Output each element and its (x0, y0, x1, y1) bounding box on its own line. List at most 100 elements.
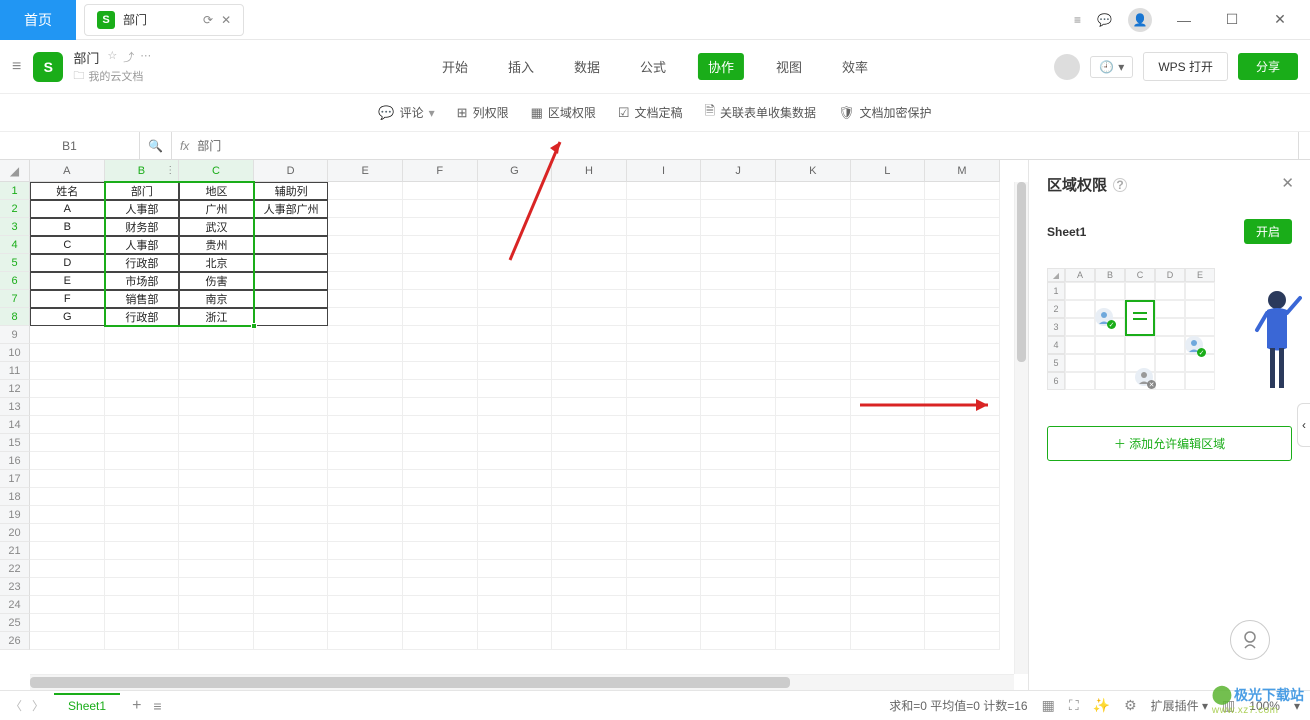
star-icon[interactable]: ☆ (107, 49, 117, 65)
cell-E24[interactable] (328, 596, 403, 614)
cell-C25[interactable] (179, 614, 254, 632)
cell-B19[interactable] (105, 506, 180, 524)
row-header-24[interactable]: 24 (0, 596, 30, 614)
cell-K12[interactable] (776, 380, 851, 398)
cell-K15[interactable] (776, 434, 851, 452)
col-header-B[interactable]: B⋮ (105, 160, 180, 182)
enable-button[interactable]: 开启 (1244, 219, 1292, 244)
menu-tab-视图[interactable]: 视图 (768, 53, 810, 80)
cell-D3[interactable] (254, 218, 329, 236)
row-header-15[interactable]: 15 (0, 434, 30, 452)
cell-D17[interactable] (254, 470, 329, 488)
cell-M22[interactable] (925, 560, 1000, 578)
cell-E5[interactable] (328, 254, 403, 272)
cell-B10[interactable] (105, 344, 180, 362)
open-button[interactable]: WPS 打开 (1143, 52, 1228, 81)
cell-L25[interactable] (851, 614, 926, 632)
select-all-corner[interactable]: ◢ (0, 160, 30, 182)
cell-C21[interactable] (179, 542, 254, 560)
cell-I10[interactable] (627, 344, 702, 362)
cell-A20[interactable] (30, 524, 105, 542)
cell-A16[interactable] (30, 452, 105, 470)
cell-C11[interactable] (179, 362, 254, 380)
grid-icon[interactable]: ▦ (1042, 697, 1055, 714)
cell-C24[interactable] (179, 596, 254, 614)
menu-tab-开始[interactable]: 开始 (434, 53, 476, 80)
cell-I6[interactable] (627, 272, 702, 290)
panel-collapse-handle[interactable]: ‹ (1297, 403, 1310, 447)
row-header-21[interactable]: 21 (0, 542, 30, 560)
cell-F6[interactable] (403, 272, 478, 290)
col-header-G[interactable]: G (478, 160, 553, 182)
cell-A26[interactable] (30, 632, 105, 650)
collab-avatar[interactable] (1054, 54, 1080, 80)
cell-B11[interactable] (105, 362, 180, 380)
cell-E10[interactable] (328, 344, 403, 362)
cell-C14[interactable] (179, 416, 254, 434)
cell-M15[interactable] (925, 434, 1000, 452)
user-avatar[interactable]: 👤 (1128, 8, 1152, 32)
cell-B2[interactable]: 人事部 (105, 200, 180, 218)
cell-L21[interactable] (851, 542, 926, 560)
cell-G15[interactable] (478, 434, 553, 452)
cell-L1[interactable] (851, 182, 926, 200)
cell-M11[interactable] (925, 362, 1000, 380)
cell-C23[interactable] (179, 578, 254, 596)
cell-G7[interactable] (478, 290, 553, 308)
cell-K5[interactable] (776, 254, 851, 272)
cell-C7[interactable]: 南京 (179, 290, 254, 308)
ai-icon[interactable]: ✨ (1093, 697, 1110, 714)
cell-E26[interactable] (328, 632, 403, 650)
cell-B5[interactable]: 行政部 (105, 254, 180, 272)
cell-B26[interactable] (105, 632, 180, 650)
cell-F24[interactable] (403, 596, 478, 614)
cell-D9[interactable] (254, 326, 329, 344)
cell-F20[interactable] (403, 524, 478, 542)
cell-D7[interactable] (254, 290, 329, 308)
cell-D26[interactable] (254, 632, 329, 650)
cell-H19[interactable] (552, 506, 627, 524)
cell-J10[interactable] (701, 344, 776, 362)
row-header-9[interactable]: 9 (0, 326, 30, 344)
cell-E19[interactable] (328, 506, 403, 524)
document-tab[interactable]: S 部门 ⟳ ✕ (84, 4, 244, 36)
cell-H21[interactable] (552, 542, 627, 560)
cell-I5[interactable] (627, 254, 702, 272)
cell-H24[interactable] (552, 596, 627, 614)
share-button[interactable]: 分享 (1238, 53, 1298, 80)
cell-L26[interactable] (851, 632, 926, 650)
cell-F16[interactable] (403, 452, 478, 470)
cell-L22[interactable] (851, 560, 926, 578)
cell-F18[interactable] (403, 488, 478, 506)
sheet-menu-button[interactable]: ≡ (153, 698, 161, 714)
col-perm-button[interactable]: ⊞列权限 (457, 104, 509, 121)
cell-I3[interactable] (627, 218, 702, 236)
cell-M21[interactable] (925, 542, 1000, 560)
cell-C13[interactable] (179, 398, 254, 416)
region-perm-button[interactable]: ▦区域权限 (531, 104, 596, 121)
cell-G14[interactable] (478, 416, 553, 434)
ext-label[interactable]: 扩展插件 ▾ (1151, 697, 1208, 714)
cell-A7[interactable]: F (30, 290, 105, 308)
cell-J3[interactable] (701, 218, 776, 236)
cell-M12[interactable] (925, 380, 1000, 398)
cell-L4[interactable] (851, 236, 926, 254)
cell-B1[interactable]: 部门 (105, 182, 180, 200)
link-form-button[interactable]: 🗎关联表单收集数据 (705, 102, 816, 124)
cell-B12[interactable] (105, 380, 180, 398)
cell-I22[interactable] (627, 560, 702, 578)
cell-A24[interactable] (30, 596, 105, 614)
cell-G4[interactable] (478, 236, 553, 254)
panel-close-button[interactable]: ✕ (1281, 174, 1294, 192)
cell-H26[interactable] (552, 632, 627, 650)
cell-G9[interactable] (478, 326, 553, 344)
cell-L8[interactable] (851, 308, 926, 326)
upload-icon[interactable]: ⤴ (123, 49, 134, 65)
cell-I8[interactable] (627, 308, 702, 326)
cell-K17[interactable] (776, 470, 851, 488)
cell-K10[interactable] (776, 344, 851, 362)
cell-L5[interactable] (851, 254, 926, 272)
cell-B7[interactable]: 销售部 (105, 290, 180, 308)
menu-tab-插入[interactable]: 插入 (500, 53, 542, 80)
menu-tab-数据[interactable]: 数据 (566, 53, 608, 80)
